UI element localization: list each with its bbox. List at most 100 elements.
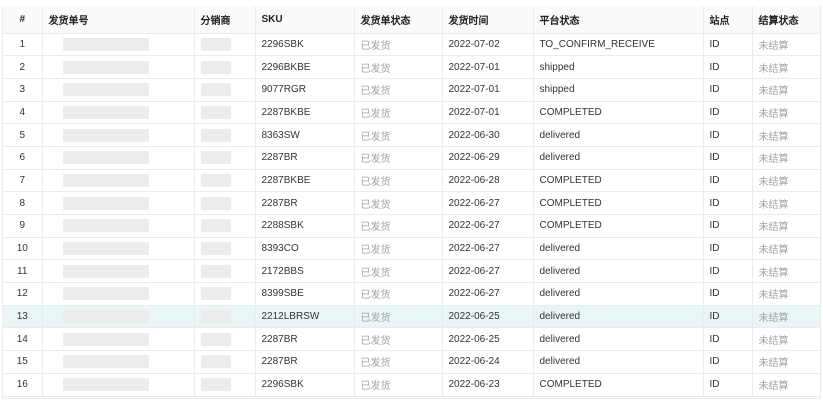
- row-settle-status: 未结算: [752, 101, 820, 125]
- table-row[interactable]: 3 9077RGR 已发货 2022-07-01 shipped ID 未结算: [3, 78, 820, 102]
- row-settle-status: 未结算: [752, 350, 820, 374]
- row-site: ID: [703, 123, 753, 147]
- row-platform-status: delivered: [533, 305, 704, 329]
- table-row[interactable]: 4 2287BKBE 已发货 2022-07-01 COMPLETED ID 未结算: [3, 101, 820, 125]
- table-row[interactable]: 7 2287BKBE 已发货 2022-06-28 COMPLETED ID 未结算: [3, 169, 820, 193]
- row-platform-status: delivered: [533, 282, 704, 306]
- row-site: ID: [703, 350, 753, 374]
- redacted-distributor: [200, 264, 231, 278]
- header-ship-time[interactable]: 发货时间: [442, 6, 534, 34]
- redacted-distributor: [200, 242, 231, 256]
- header-settle-status[interactable]: 结算状态: [752, 6, 820, 34]
- table-row[interactable]: 2 2296BKBE 已发货 2022-07-01 shipped ID 未结算: [3, 55, 820, 79]
- table-row[interactable]: 10 8393CO 已发货 2022-06-27 delivered ID 未结算: [3, 237, 820, 261]
- row-index: 1: [3, 33, 43, 57]
- redacted-distributor: [200, 128, 231, 142]
- row-ship-time: 2022-06-25: [442, 327, 534, 352]
- table-row[interactable]: 1 2296SBK 已发货 2022-07-02 TO_CONFIRM_RECEIVE I…: [3, 33, 820, 57]
- row-index: 3: [3, 78, 43, 102]
- row-site: ID: [703, 191, 753, 215]
- row-distributor: [194, 169, 256, 193]
- row-site: ID: [703, 373, 753, 397]
- row-sku: 2212LBRSW: [255, 305, 355, 329]
- row-platform-status: COMPLETED: [533, 169, 704, 193]
- row-sku: 2287BKBE: [255, 169, 355, 193]
- table-row[interactable]: 9 2288SBK 已发货 2022-06-27 COMPLETED ID 未结算: [3, 214, 820, 238]
- row-site: ID: [703, 55, 753, 79]
- header-site[interactable]: 站点: [703, 6, 753, 34]
- row-settle-status: 未结算: [752, 282, 820, 306]
- row-platform-status: delivered: [533, 146, 704, 170]
- row-distributor: [194, 373, 256, 397]
- header-distributor[interactable]: 分销商: [194, 6, 256, 34]
- row-order-no: [42, 191, 195, 215]
- table-row[interactable]: 11 2172BBS 已发货 2022-06-27 delivered ID 未结算: [3, 259, 820, 284]
- redacted-distributor: [200, 37, 231, 51]
- row-site: ID: [703, 259, 753, 284]
- redacted-order-no: [62, 128, 149, 142]
- header-order-no[interactable]: 发货单号: [42, 6, 195, 34]
- redacted-order-no: [62, 37, 149, 51]
- row-index: 9: [3, 214, 43, 238]
- row-sku: 2288SBK: [255, 214, 355, 238]
- row-order-no: [42, 350, 195, 374]
- table-row[interactable]: 6 2287BR 已发货 2022-06-29 delivered ID 未结算: [3, 146, 820, 170]
- row-sku: 2296BKBE: [255, 55, 355, 79]
- row-ship-time: 2022-07-01: [442, 101, 534, 125]
- row-order-no: [42, 33, 195, 57]
- header-sku[interactable]: SKU: [255, 6, 355, 34]
- row-index: 8: [3, 191, 43, 215]
- row-index: 11: [3, 259, 43, 284]
- row-ship-status: 已发货: [354, 350, 443, 374]
- row-order-no: [42, 55, 195, 79]
- header-ship-status[interactable]: 发货单状态: [354, 6, 443, 34]
- row-sku: 2296SBK: [255, 373, 355, 397]
- row-distributor: [194, 123, 256, 147]
- table-row[interactable]: 5 8363SW 已发货 2022-06-30 delivered ID 未结算: [3, 123, 820, 147]
- table-row[interactable]: 14 2287BR 已发货 2022-06-25 delivered ID 未结算: [3, 327, 820, 352]
- row-ship-status: 已发货: [354, 55, 443, 79]
- row-index: 4: [3, 101, 43, 125]
- row-platform-status: delivered: [533, 123, 704, 147]
- row-site: ID: [703, 305, 753, 329]
- row-sku: 2287BR: [255, 191, 355, 215]
- row-settle-status: 未结算: [752, 78, 820, 102]
- header-platform-status[interactable]: 平台状态: [533, 6, 704, 34]
- row-index: 16: [3, 373, 43, 397]
- row-ship-time: 2022-06-27: [442, 282, 534, 306]
- row-ship-status: 已发货: [354, 259, 443, 284]
- row-platform-status: shipped: [533, 55, 704, 79]
- row-ship-time: 2022-07-01: [442, 55, 534, 79]
- row-platform-status: shipped: [533, 78, 704, 102]
- row-distributor: [194, 191, 256, 215]
- header-index[interactable]: #: [3, 6, 43, 34]
- row-platform-status: delivered: [533, 350, 704, 374]
- row-index: 13: [3, 305, 43, 329]
- redacted-distributor: [200, 287, 231, 301]
- row-sku: 8399SBE: [255, 282, 355, 306]
- table-row[interactable]: 16 2296SBK 已发货 2022-06-23 COMPLETED ID 未结算: [3, 373, 820, 397]
- row-ship-time: 2022-06-27: [442, 259, 534, 284]
- redacted-order-no: [62, 242, 149, 256]
- row-order-no: [42, 327, 195, 352]
- redacted-distributor: [200, 151, 231, 165]
- table-row[interactable]: 8 2287BR 已发货 2022-06-27 COMPLETED ID 未结算: [3, 191, 820, 215]
- redacted-distributor: [200, 196, 231, 210]
- row-site: ID: [703, 214, 753, 238]
- row-distributor: [194, 237, 256, 261]
- row-settle-status: 未结算: [752, 305, 820, 329]
- table-row[interactable]: 13 2212LBRSW 已发货 2022-06-25 delivered ID 未结算: [3, 305, 820, 329]
- row-ship-time: 2022-06-28: [442, 169, 534, 193]
- redacted-order-no: [62, 332, 149, 346]
- row-ship-time: 2022-06-30: [442, 123, 534, 147]
- row-site: ID: [703, 237, 753, 261]
- row-ship-time: 2022-06-27: [442, 191, 534, 215]
- row-distributor: [194, 146, 256, 170]
- table-row[interactable]: 12 8399SBE 已发货 2022-06-27 delivered ID 未结算: [3, 282, 820, 306]
- row-ship-status: 已发货: [354, 146, 443, 170]
- table-row[interactable]: 15 2287BR 已发货 2022-06-24 delivered ID 未结算: [3, 350, 820, 374]
- row-order-no: [42, 146, 195, 170]
- row-order-no: [42, 282, 195, 306]
- row-site: ID: [703, 33, 753, 57]
- row-settle-status: 未结算: [752, 237, 820, 261]
